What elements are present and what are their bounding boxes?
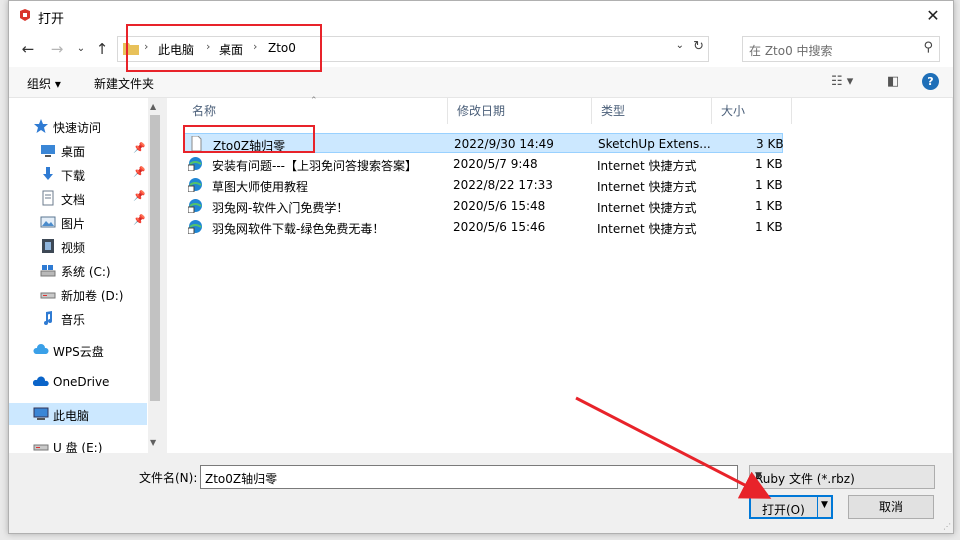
annotation-arrow-icon bbox=[575, 396, 772, 499]
